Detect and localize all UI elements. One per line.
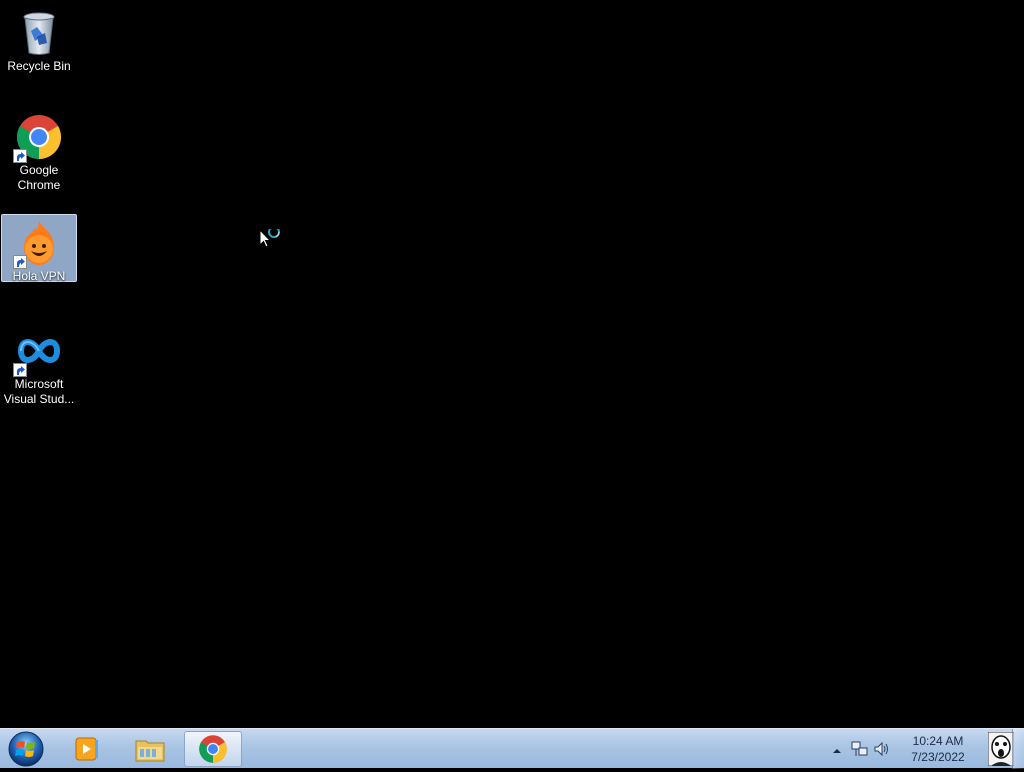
media-player-icon: [75, 737, 98, 761]
system-tray: 10:24 AM 7/23/2022: [824, 729, 1024, 769]
chrome-icon: [13, 113, 63, 163]
desktop-icon-label: Hola VPN: [12, 269, 66, 283]
desktop-icon-google-chrome[interactable]: Google Chrome: [1, 108, 77, 194]
desktop: Recycle Bin Google Chrome Hola VPN Micro…: [0, 0, 1024, 728]
taskbar-file-explorer-button[interactable]: [121, 731, 179, 767]
clock-time: 10:24 AM: [912, 734, 964, 748]
shortcut-arrow-icon: [13, 255, 27, 269]
volume-tray-button[interactable]: [873, 740, 891, 763]
taskbar: 10:24 AM 7/23/2022: [0, 728, 1024, 769]
show-hidden-icons-button[interactable]: [832, 743, 842, 761]
desktop-icon-label: Recycle Bin: [7, 59, 71, 73]
taskbar-media-player-button[interactable]: [58, 731, 116, 767]
desktop-icon-recycle-bin[interactable]: Recycle Bin: [1, 4, 77, 75]
taskbar-chrome-button[interactable]: [184, 731, 242, 767]
chrome-icon: [199, 735, 227, 763]
desktop-icon-label: Microsoft Visual Stud...: [3, 377, 75, 406]
show-hidden-icons-arrow-icon: [833, 749, 841, 753]
desktop-icon-visual-studio[interactable]: Microsoft Visual Stud...: [1, 322, 77, 408]
desktop-icon-hola-vpn[interactable]: Hola VPN: [1, 214, 77, 283]
visual-studio-icon: [13, 327, 63, 377]
network-icon: [851, 741, 868, 756]
recycle-bin-icon: [15, 9, 63, 57]
windows-start-icon: [8, 731, 44, 767]
clock[interactable]: 10:24 AM 7/23/2022: [898, 733, 978, 765]
start-button[interactable]: [6, 730, 46, 767]
show-desktop-button[interactable]: [1012, 729, 1024, 769]
clock-date: 7/23/2022: [911, 750, 965, 764]
desktop-icon-label: Google Chrome: [17, 163, 61, 192]
volume-icon: [874, 741, 888, 757]
shortcut-arrow-icon: [13, 363, 27, 377]
busy-cursor-icon: [259, 226, 283, 253]
hola-vpn-icon: [13, 219, 63, 269]
file-explorer-icon: [135, 740, 165, 762]
avatar-icon: [987, 731, 1015, 767]
network-tray-button[interactable]: [851, 740, 869, 763]
shortcut-arrow-icon: [13, 149, 27, 163]
user-avatar[interactable]: [987, 731, 1015, 771]
